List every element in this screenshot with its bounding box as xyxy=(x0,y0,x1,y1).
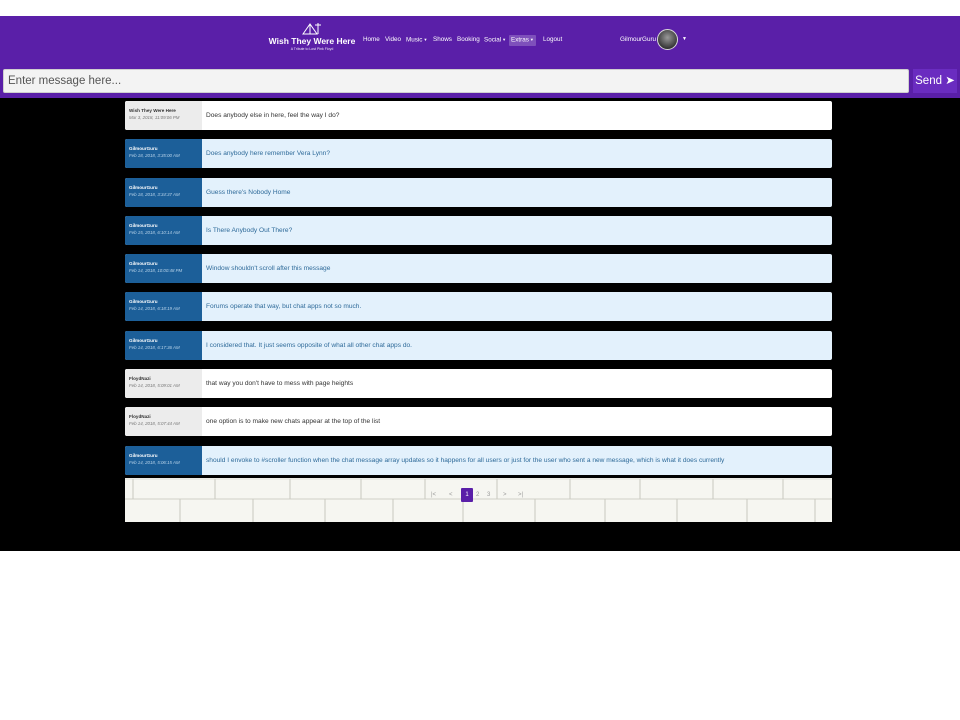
message-timestamp: Feb 15, 2018, 6:10:14 AM xyxy=(129,229,180,235)
message-timestamp: Feb 14, 2018, 5:06:15 AM xyxy=(129,459,180,465)
message-text: that way you don't have to mess with pag… xyxy=(206,380,354,388)
message-meta: FloydNazi Feb 14, 2018, 5:07:44 AM xyxy=(125,407,202,437)
message-text: one option is to make new chats appear a… xyxy=(206,418,381,426)
brand-logo[interactable]: Wish They Were Here A Tribute to Lost Pi… xyxy=(268,22,356,52)
chat-message: FloydNazi Feb 14, 2018, 5:09:01 AM that wa… xyxy=(125,369,832,399)
caret-down-icon: ▼ xyxy=(529,37,534,42)
chat-message: GilmourGuru Feb 14, 2018, 5:06:15 AM shoul… xyxy=(125,445,832,475)
caret-down-icon[interactable]: ▼ xyxy=(682,36,687,42)
message-timestamp: Feb 14, 2018, 5:09:01 AM xyxy=(129,383,180,389)
message-meta: GilmourGuru Feb 14, 2018, 6:17:36 AM xyxy=(125,330,202,360)
message-text: Does anybody else in here, feel the way … xyxy=(206,112,340,119)
caret-down-icon: ▼ xyxy=(502,37,507,42)
nav-item-label: Logout xyxy=(543,36,563,43)
chat-message: FloydNazi Feb 14, 2018, 5:07:44 AM one opt… xyxy=(125,407,832,437)
user-name[interactable]: GilmourGuru xyxy=(620,36,656,43)
message-timestamp: Feb 14, 2018, 6:17:36 AM xyxy=(129,344,180,350)
message-author: FloydNazi xyxy=(129,376,151,382)
message-meta: GilmourGuru Feb 14, 2018, 10:00:48 PM xyxy=(125,254,202,284)
nav-item-social[interactable]: Social▼ xyxy=(482,35,508,46)
nav-item-label: Social xyxy=(484,36,502,44)
message-timestamp: Feb 14, 2018, 10:00:48 PM xyxy=(129,268,183,274)
nav-item-video[interactable]: Video xyxy=(383,35,403,45)
message-timestamp: Feb 18, 2018, 3:34:37 AM xyxy=(129,191,180,197)
nav-item-booking[interactable]: Booking xyxy=(455,35,482,45)
pagination: |< < 1 2 3 > >| xyxy=(125,478,832,522)
nav-item-shows[interactable]: Shows xyxy=(431,35,454,45)
chat-message: GilmourGuru Feb 14, 2018, 10:00:48 PM Wind… xyxy=(125,254,832,284)
nav-item-label: Home xyxy=(363,36,380,43)
nav-item-music[interactable]: Music▼ xyxy=(404,35,429,46)
message-timestamp: Feb 18, 2018, 3:35:00 AM xyxy=(129,153,180,159)
message-author: GilmourGuru xyxy=(129,146,158,152)
top-navbar: Wish They Were Here A Tribute to Lost Pi… xyxy=(0,16,960,66)
message-author: GilmourGuru xyxy=(129,184,158,190)
nav-item-home[interactable]: Home xyxy=(361,35,382,45)
message-author: GilmourGuru xyxy=(129,222,158,228)
page-button-1[interactable]: 1 xyxy=(461,488,473,502)
next-page-button[interactable]: > xyxy=(503,488,507,502)
message-meta: FloydNazi Feb 14, 2018, 5:09:01 AM xyxy=(125,369,202,399)
message-author: GilmourGuru xyxy=(129,337,158,343)
message-author: GilmourGuru xyxy=(129,299,158,305)
message-text: Is There Anybody Out There? xyxy=(206,226,293,234)
first-page-button[interactable]: |< xyxy=(431,488,436,502)
message-timestamp: Feb 14, 2018, 6:18:19 AM xyxy=(129,306,180,312)
chat-message: GilmourGuru Feb 18, 2018, 3:34:37 AM Guess… xyxy=(125,177,832,207)
chat-area: Wish They Were Here Mar 3, 2018, 11:09:06… xyxy=(0,98,960,551)
brand-tagline: A Tribute to Lost Pink Floyd xyxy=(290,47,334,51)
page-button-2[interactable]: 2 xyxy=(476,488,479,502)
brand-title: Wish They Were Here xyxy=(268,36,356,46)
message-meta: Wish They Were Here Mar 3, 2018, 11:09:06… xyxy=(125,101,202,130)
message-text: I considered that. It just seems opposit… xyxy=(206,341,412,349)
message-list: Wish They Were Here Mar 3, 2018, 11:09:06… xyxy=(125,101,832,484)
message-text: Window shouldn't scroll after this messa… xyxy=(206,265,331,273)
nav-item-extras[interactable]: Extras▼ xyxy=(509,35,536,46)
chat-message: GilmourGuru Feb 15, 2018, 6:10:14 AM Is Th… xyxy=(125,215,832,245)
message-author: FloydNazi xyxy=(129,414,151,420)
message-timestamp: Mar 3, 2018, 11:09:06 PM xyxy=(129,115,180,120)
chat-message: GilmourGuru Feb 18, 2018, 3:35:00 AM Does … xyxy=(125,139,832,169)
prev-page-button[interactable]: < xyxy=(449,488,453,502)
message-timestamp: Feb 14, 2018, 5:07:44 AM xyxy=(129,421,180,427)
message-meta: GilmourGuru Feb 15, 2018, 6:10:14 AM xyxy=(125,215,202,245)
message-meta: GilmourGuru Feb 18, 2018, 3:35:00 AM xyxy=(125,139,202,169)
message-composer: Send ➤ xyxy=(0,66,960,98)
nav-item-label: Extras xyxy=(511,36,529,44)
nav-item-label: Video xyxy=(385,36,401,43)
message-meta: GilmourGuru Feb 14, 2018, 5:06:15 AM xyxy=(125,445,202,475)
nav-item-label: Music xyxy=(406,36,423,44)
chat-message: Wish They Were Here Mar 3, 2018, 11:09:06… xyxy=(125,101,832,130)
message-text: Forums operate that way, but chat apps n… xyxy=(206,303,362,311)
message-author: Wish They Were Here xyxy=(129,108,176,113)
message-text: should I envoke to #scroller function wh… xyxy=(206,456,725,464)
chat-message: GilmourGuru Feb 14, 2018, 6:18:19 AM Forum… xyxy=(125,292,832,322)
chat-message: GilmourGuru Feb 14, 2018, 6:17:36 AM I con… xyxy=(125,330,832,360)
message-meta: GilmourGuru Feb 14, 2018, 6:18:19 AM xyxy=(125,292,202,322)
message-text: Guess there's Nobody Home xyxy=(206,188,291,196)
message-author: GilmourGuru xyxy=(129,261,158,267)
avatar[interactable] xyxy=(657,29,678,50)
page-button-3[interactable]: 3 xyxy=(487,488,490,502)
nav-item-label: Booking xyxy=(457,36,480,43)
message-input[interactable] xyxy=(3,69,909,93)
logo-icon xyxy=(302,23,321,35)
caret-down-icon: ▼ xyxy=(423,37,428,42)
message-meta: GilmourGuru Feb 18, 2018, 3:34:37 AM xyxy=(125,177,202,207)
message-text: Does anybody here remember Vera Lynn? xyxy=(206,150,331,158)
nav-item-logout[interactable]: Logout xyxy=(541,35,564,45)
nav-item-label: Shows xyxy=(433,36,452,43)
last-page-button[interactable]: >| xyxy=(518,488,523,502)
message-author: GilmourGuru xyxy=(129,452,158,458)
send-button[interactable]: Send ➤ xyxy=(913,69,957,93)
